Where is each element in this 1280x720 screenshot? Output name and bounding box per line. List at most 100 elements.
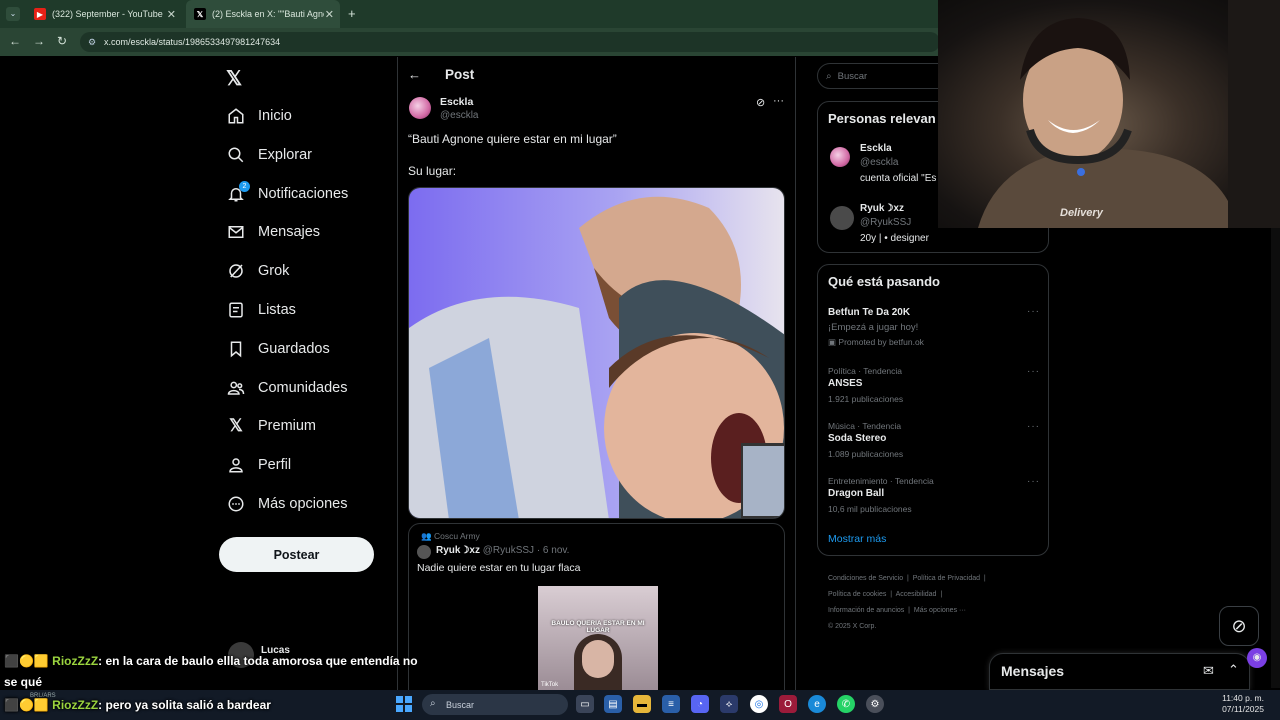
edge-icon[interactable]: e xyxy=(808,695,826,713)
trending-card: Qué está pasando Betfun Te Da 20K ¡Empez… xyxy=(817,264,1049,556)
webcam-image xyxy=(978,0,1280,228)
discord-icon[interactable]: ◔ xyxy=(691,695,709,713)
avatar[interactable] xyxy=(830,147,850,167)
close-tab-icon[interactable]: ✕ xyxy=(325,8,334,21)
grok-icon[interactable]: ⊘ xyxy=(756,96,765,109)
sidebar-item-mensajes[interactable]: Mensajes xyxy=(226,218,320,246)
trend-name[interactable]: Soda Stereo xyxy=(828,433,886,444)
sidebar-item-perfil[interactable]: Perfil xyxy=(226,451,291,479)
forward-icon[interactable]: → xyxy=(33,34,45,48)
sidebar-item-inicio[interactable]: Inicio xyxy=(226,102,292,130)
settings-gear-icon[interactable]: ⚙ xyxy=(866,695,884,713)
author-name[interactable]: Esckla xyxy=(440,96,473,108)
url-input[interactable]: ⚙ x.com/esckla/status/198653349798124763… xyxy=(80,32,940,52)
search-placeholder: Buscar xyxy=(837,70,868,82)
footer-link[interactable]: Información de anuncios xyxy=(828,607,904,614)
ad-icon: ▣ xyxy=(828,337,839,347)
chrome-icon[interactable]: ◎ xyxy=(750,695,768,713)
clock-time: 11:40 p. m. xyxy=(1222,693,1264,703)
sidebar-item-label: Notificaciones xyxy=(258,186,349,202)
promo-name[interactable]: Betfun Te Da 20K xyxy=(828,307,910,318)
quoted-post[interactable]: 👥 Coscu Army Ryuk☽xz @RyukSSJ · 6 nov. N… xyxy=(408,523,785,703)
footer-link[interactable]: Política de Privacidad xyxy=(913,575,980,582)
bookmark-icon xyxy=(226,339,246,359)
person-handle: @RyukSSJ xyxy=(860,217,912,228)
sidebar-item-guardados[interactable]: Guardados xyxy=(226,335,330,363)
notepad-icon[interactable]: ≡ xyxy=(662,695,680,713)
sidebar-item-comunidades[interactable]: Comunidades xyxy=(226,374,347,402)
back-arrow-icon[interactable]: ← xyxy=(408,67,421,82)
tab-label: (322) September - YouTube xyxy=(52,9,163,19)
list-icon xyxy=(226,300,246,320)
chat-text: : en la cara de baulo ellla toda amorosa… xyxy=(98,654,418,668)
grok-icon[interactable]: ⊘ xyxy=(1219,606,1259,646)
show-more-link[interactable]: Mostrar más xyxy=(828,533,886,545)
opera-icon[interactable]: O xyxy=(779,695,797,713)
badge-icons: ⬛🟡🟨 xyxy=(4,654,53,668)
post-video[interactable] xyxy=(408,187,785,519)
sidebar-item-grok[interactable]: Grok xyxy=(226,257,289,285)
more-options-icon[interactable]: ··· xyxy=(1027,366,1040,377)
new-tab-button[interactable]: + xyxy=(348,6,356,21)
sidebar-item-label: Comunidades xyxy=(258,380,348,396)
post-button[interactable]: Postear xyxy=(219,537,374,572)
windows-start-icon[interactable] xyxy=(396,696,412,712)
tiktok-icon: TikTok xyxy=(541,682,559,688)
shirt-text: Delivery xyxy=(1060,207,1103,219)
footer-link[interactable]: Accesibilidad xyxy=(896,591,937,598)
person-name[interactable]: Ryuk☽xz xyxy=(860,203,904,214)
search-input[interactable]: ⌕ Buscar xyxy=(817,63,957,89)
clock[interactable]: 11:40 p. m. 07/11/2025 xyxy=(1212,693,1264,715)
scrollbar[interactable] xyxy=(1271,228,1280,688)
site-info-icon[interactable]: ⚙ xyxy=(88,32,96,52)
notification-badge: 2 xyxy=(239,181,250,192)
footer-link[interactable]: Más opciones ··· xyxy=(914,607,966,614)
tab-list-chevron-icon[interactable]: ⌄ xyxy=(6,7,20,21)
card-title: Qué está pasando xyxy=(828,274,940,289)
sidebar-item-mas-opciones[interactable]: Más opciones xyxy=(226,490,347,518)
folder-icon[interactable]: ▬ xyxy=(633,695,651,713)
author-handle[interactable]: @esckla xyxy=(440,110,479,121)
trend-name[interactable]: ANSES xyxy=(828,378,862,389)
more-options-icon[interactable]: ··· xyxy=(1027,476,1040,487)
trend-name[interactable]: Dragon Ball xyxy=(828,488,884,499)
sidebar-item-listas[interactable]: Listas xyxy=(226,296,296,324)
task-view-icon[interactable]: ▭ xyxy=(576,695,594,713)
tab-x-post[interactable]: 𝕏 (2) Esckla en X: ""Bauti Agnone ✕ xyxy=(186,0,340,28)
more-circle-icon xyxy=(226,494,246,514)
reload-icon[interactable]: ↻ xyxy=(57,34,67,48)
close-tab-icon[interactable]: ✕ xyxy=(167,8,176,21)
sidebar-item-notificaciones[interactable]: 2 Notificaciones xyxy=(226,180,348,208)
more-options-icon[interactable]: ··· xyxy=(773,95,784,107)
trend-context: Música · Tendencia xyxy=(828,421,902,431)
more-options-icon[interactable]: ··· xyxy=(1027,306,1040,317)
back-icon[interactable]: ← xyxy=(9,34,21,48)
sidebar-item-explorar[interactable]: Explorar xyxy=(226,141,312,169)
messages-drawer[interactable]: Mensajes ✉ ⌃ xyxy=(989,653,1250,690)
footer-link[interactable]: Política de cookies xyxy=(828,591,886,598)
footer-links: Condiciones de Servicio | Política de Pr… xyxy=(828,575,986,630)
quote-text: Nadie quiere estar en tu lugar flaca xyxy=(417,562,581,574)
thumb-caption: BAULO QUERIA ESTAR EN MI LUGAR xyxy=(551,620,645,634)
x-logo-icon[interactable]: 𝕏 xyxy=(226,66,248,90)
more-options-icon[interactable]: ··· xyxy=(1027,421,1040,432)
expand-up-icon[interactable]: ⌃ xyxy=(1228,662,1239,678)
taskbar-search-input[interactable]: ⌕ Buscar xyxy=(422,694,568,715)
tab-youtube[interactable]: ▶ (322) September - YouTube ✕ xyxy=(26,0,182,28)
quote-author-name[interactable]: Ryuk☽xz xyxy=(436,545,480,556)
footer-link[interactable]: Condiciones de Servicio xyxy=(828,575,903,582)
quote-thumbnail[interactable]: BAULO QUERIA ESTAR EN MI LUGAR TikTok xyxy=(538,586,658,692)
sidebar-item-label: Mensajes xyxy=(258,224,321,240)
avatar[interactable] xyxy=(417,545,431,559)
avatar[interactable] xyxy=(830,206,854,230)
new-message-icon[interactable]: ✉ xyxy=(1203,663,1214,679)
search-icon: ⌕ xyxy=(430,698,436,709)
person-name[interactable]: Esckla xyxy=(860,143,892,154)
whatsapp-icon[interactable]: ✆ xyxy=(837,695,855,713)
extension-icon[interactable]: ◉ xyxy=(1247,648,1267,668)
avatar[interactable] xyxy=(409,97,431,119)
sidebar-item-premium[interactable]: 𝕏 Premium xyxy=(226,412,316,440)
app-icon[interactable]: ⟡ xyxy=(720,695,738,713)
store-icon[interactable]: ▤ xyxy=(604,695,622,713)
people-icon xyxy=(226,378,246,398)
